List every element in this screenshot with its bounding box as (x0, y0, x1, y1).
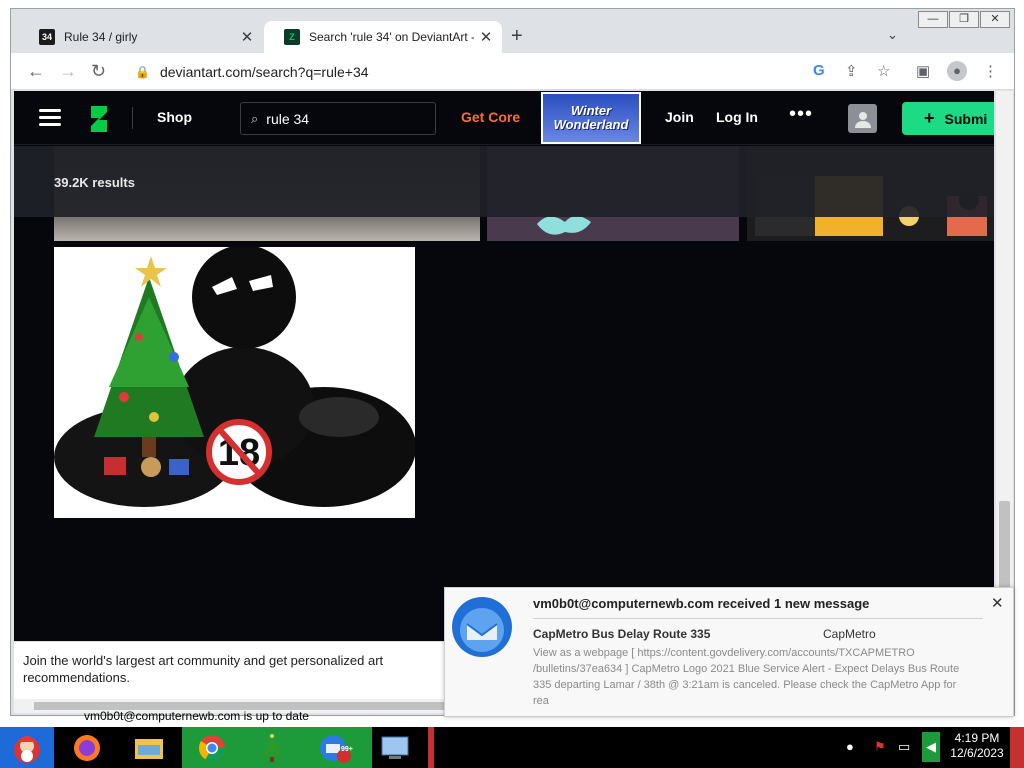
header-divider (132, 107, 133, 129)
close-window-button[interactable]: ✕ (980, 11, 1010, 28)
notification-divider (533, 618, 983, 619)
submit-label: Submi (944, 110, 988, 127)
start-button[interactable] (0, 727, 54, 768)
join-prompt-text: Join the world's largest art community a… (23, 653, 384, 685)
reload-icon[interactable]: ↻ (91, 61, 106, 82)
hamburger-menu-icon[interactable] (39, 109, 61, 127)
share-icon[interactable]: ⇪ (845, 62, 858, 80)
thunderbird-taskbar-icon[interactable]: 99+ (312, 727, 358, 768)
mail-status-text: vm0b0t@computernewb.com is up to date (84, 709, 309, 723)
deviantart-logo-icon[interactable] (89, 106, 109, 139)
browser-toolbar: ← → ↻ 🔒 deviantart.com/search?q=rule+34 … (11, 53, 1014, 90)
file-explorer-taskbar-icon[interactable] (126, 727, 172, 768)
more-options-icon[interactable]: ••• (789, 103, 813, 126)
tab-deviantart-search[interactable]: Z Search 'rule 34' on DeviantArt - D ✕ (264, 21, 502, 53)
site-search-input[interactable]: ⌕ rule 34 (240, 102, 436, 135)
url-text: deviantart.com/search?q=rule+34 (159, 64, 369, 80)
christmas-tree-taskbar-icon[interactable] (250, 727, 294, 768)
join-banner: Join the world's largest art community a… (14, 641, 464, 699)
network-warning-icon[interactable]: ⚑ (874, 739, 886, 755)
clock-date: 12/6/2023 (950, 746, 1004, 760)
search-value: rule 34 (266, 110, 310, 127)
tab-close-icon[interactable]: ✕ (235, 28, 259, 46)
tab-favicon: 34 (39, 29, 55, 45)
tab-close-icon[interactable]: ✕ (474, 28, 498, 46)
login-link[interactable]: Log In (716, 109, 758, 125)
restore-button[interactable]: ❐ (949, 11, 979, 28)
new-mail-notification[interactable]: vm0b0t@computernewb.com received 1 new m… (444, 587, 1014, 717)
notification-close-icon[interactable]: ✕ (991, 594, 1004, 612)
search-icon: ⌕ (251, 110, 259, 126)
notification-header: vm0b0t@computernewb.com received 1 new m… (533, 596, 870, 611)
deviantart-page: Shop ⌕ rule 34 Get Core Winter Wonderlan… (14, 91, 994, 641)
tab-strip: 34 Rule 34 / girly ✕ Z Search 'rule 34' … (11, 9, 1014, 53)
deviantart-favicon-icon: Z (284, 29, 300, 45)
address-bar[interactable]: 🔒 deviantart.com/search?q=rule+34 (123, 58, 913, 86)
promo-line-1: Winter (570, 103, 612, 118)
forward-arrow-icon[interactable]: → (59, 61, 77, 82)
taskbar-marker (428, 727, 434, 768)
vertical-scrollbar-thumb[interactable] (999, 501, 1010, 593)
site-header: Shop ⌕ rule 34 Get Core Winter Wonderlan… (14, 91, 994, 145)
side-panel-icon[interactable]: ▣ (916, 62, 930, 80)
tab-title: Search 'rule 34' on DeviantArt - D (309, 30, 474, 44)
submit-button[interactable]: + Submi (902, 102, 994, 135)
results-bar: 39.2K results (14, 146, 994, 217)
tray-dot-icon[interactable]: ● (846, 739, 854, 754)
mail-unread-badge: 99+ (341, 746, 353, 753)
notification-body: View as a webpage [ https://content.govd… (533, 647, 960, 707)
vertical-scrollbar[interactable] (996, 91, 1013, 641)
chrome-taskbar-icon[interactable] (190, 727, 234, 768)
tab-rule34-girly[interactable]: 34 Rule 34 / girly ✕ (19, 21, 263, 53)
join-link[interactable]: Join (665, 109, 694, 125)
minimize-button[interactable]: — (918, 11, 948, 28)
new-tab-button[interactable]: + (511, 25, 523, 48)
volume-icon[interactable]: ◀ (922, 732, 940, 762)
google-lens-icon[interactable]: G (813, 62, 825, 79)
thunderbird-icon (449, 594, 515, 660)
taskbar-clock[interactable]: 4:19 PM 12/6/2023 (946, 731, 1008, 761)
promo-line-2: Wonderland (553, 117, 629, 132)
firefox-taskbar-icon[interactable] (64, 727, 110, 768)
back-arrow-icon[interactable]: ← (27, 61, 45, 82)
winter-wonderland-promo[interactable]: Winter Wonderland (541, 92, 641, 144)
get-core-link[interactable]: Get Core (461, 109, 520, 125)
notification-sender: CapMetro (823, 627, 876, 641)
lock-icon: 🔒 (135, 65, 150, 79)
tab-search-chevron-icon[interactable]: ⌄ (887, 27, 898, 43)
tab-title: Rule 34 / girly (64, 30, 138, 44)
show-desktop-button[interactable] (1010, 727, 1024, 768)
desktop: 34 Rule 34 / girly ✕ Z Search 'rule 34' … (0, 0, 1024, 768)
profile-icon[interactable]: ● (947, 61, 967, 81)
bookmark-star-icon[interactable]: ☆ (877, 62, 890, 80)
clock-time: 4:19 PM (954, 731, 1000, 745)
power-icon[interactable]: ▭ (898, 739, 910, 755)
plus-icon: + (924, 108, 935, 128)
shop-link[interactable]: Shop (157, 109, 192, 125)
user-avatar-icon[interactable] (848, 104, 877, 133)
browser-menu-icon[interactable]: ⋮ (983, 62, 998, 80)
notification-subject: CapMetro Bus Delay Route 335 (533, 627, 711, 641)
artwork-thumbnail[interactable]: 18 (54, 247, 415, 518)
results-count: 39.2K results (54, 175, 135, 190)
remote-desktop-taskbar-icon[interactable] (372, 727, 418, 768)
taskbar: 99+ ● ⚑ ▭ ◀ 4:19 PM 12/6/2023 (0, 727, 1024, 768)
